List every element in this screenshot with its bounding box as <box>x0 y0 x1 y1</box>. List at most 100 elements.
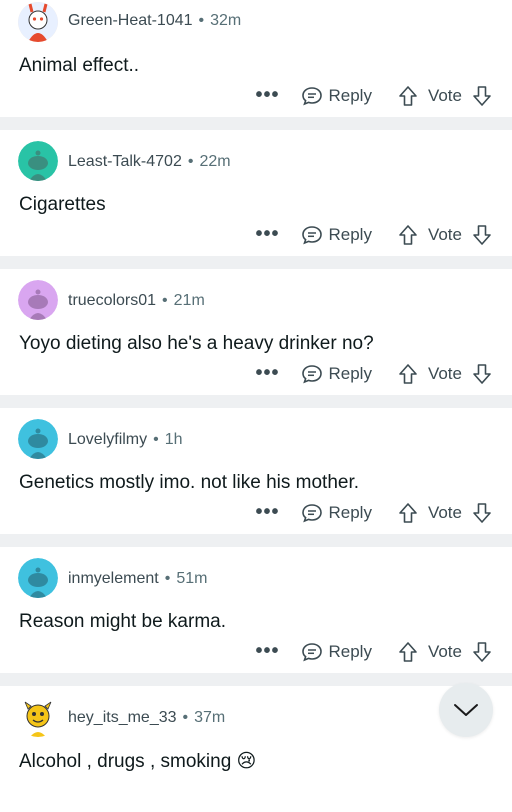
comment-text: Cigarettes <box>19 194 106 215</box>
avatar[interactable] <box>18 280 58 320</box>
avatar[interactable] <box>18 2 58 42</box>
reply-label: Reply <box>328 502 372 522</box>
vote-group: Vote <box>398 641 492 663</box>
comment: Green-Heat-1041 • 32m Animal effect.. ••… <box>0 0 512 117</box>
avatar-icon <box>18 558 58 598</box>
comment-text: Yoyo dieting also he's a heavy drinker n… <box>19 333 374 354</box>
comment-text: Alcohol , drugs , smoking 😢 <box>19 751 257 772</box>
comment: Lovelyfilmy • 1h Genetics mostly imo. no… <box>0 408 512 534</box>
reply-button[interactable]: Reply <box>301 363 372 385</box>
comment-meta: Least-Talk-4702 • 22m <box>68 153 231 171</box>
upvote-icon[interactable] <box>398 363 418 385</box>
username[interactable]: Least-Talk-4702 <box>68 153 182 171</box>
upvote-icon[interactable] <box>398 502 418 524</box>
upvote-icon[interactable] <box>398 85 418 107</box>
divider <box>0 534 512 547</box>
timestamp: 22m <box>199 153 231 170</box>
comment-actions: ••• Reply Vote <box>255 640 492 663</box>
username[interactable]: Green-Heat-1041 <box>68 12 193 30</box>
divider <box>0 117 512 130</box>
comment-meta: inmyelement • 51m <box>68 570 207 588</box>
downvote-icon[interactable] <box>472 363 492 385</box>
separator: • <box>162 292 168 309</box>
comment: truecolors01 • 21m Yoyo dieting also he'… <box>0 269 512 395</box>
upvote-icon[interactable] <box>398 224 418 246</box>
vote-label: Vote <box>427 224 462 244</box>
divider <box>0 395 512 408</box>
reply-button[interactable]: Reply <box>301 224 372 246</box>
more-options-button[interactable]: ••• <box>255 84 279 107</box>
comment-meta: hey_its_me_33 • 37m <box>68 709 225 727</box>
reply-label: Reply <box>328 641 372 661</box>
separator: • <box>187 153 194 170</box>
more-options-button[interactable]: ••• <box>255 223 279 246</box>
reply-icon <box>301 641 323 663</box>
vote-group: Vote <box>398 502 492 524</box>
comment-text: Animal effect.. <box>19 55 140 76</box>
reply-button[interactable]: Reply <box>301 641 372 663</box>
avatar-icon <box>18 141 58 181</box>
comment-meta: Lovelyfilmy • 1h <box>68 431 183 449</box>
reply-icon <box>301 85 323 107</box>
avatar[interactable] <box>18 141 58 181</box>
comment-actions: ••• Reply Vote <box>255 84 492 107</box>
more-options-button[interactable]: ••• <box>255 640 279 663</box>
avatar-icon <box>18 697 58 737</box>
scroll-collapse-button[interactable] <box>439 683 493 737</box>
vote-group: Vote <box>398 224 492 246</box>
separator: • <box>198 12 205 29</box>
comment: inmyelement • 51m Reason might be karma.… <box>0 547 512 673</box>
comment-actions: ••• Reply Vote <box>255 501 492 524</box>
username[interactable]: inmyelement <box>68 570 159 588</box>
comment-meta: Green-Heat-1041 • 32m <box>68 12 241 30</box>
more-options-button[interactable]: ••• <box>255 362 279 385</box>
reply-icon <box>301 224 323 246</box>
downvote-icon[interactable] <box>472 85 492 107</box>
avatar[interactable] <box>18 558 58 598</box>
username[interactable]: hey_its_me_33 <box>68 709 177 727</box>
vote-group: Vote <box>398 363 492 385</box>
downvote-icon[interactable] <box>472 641 492 663</box>
chevron-down-icon <box>453 702 479 718</box>
reply-label: Reply <box>328 224 372 244</box>
timestamp: 21m <box>173 292 205 309</box>
avatar-icon <box>18 280 58 320</box>
comment-actions: ••• Reply Vote <box>255 362 492 385</box>
comment: hey_its_me_33 • 37m Alcohol , drugs , sm… <box>0 686 512 812</box>
reply-button[interactable]: Reply <box>301 85 372 107</box>
reply-icon <box>301 502 323 524</box>
timestamp: 1h <box>164 431 183 448</box>
upvote-icon[interactable] <box>398 641 418 663</box>
timestamp: 32m <box>210 12 242 29</box>
avatar[interactable] <box>18 697 58 737</box>
separator: • <box>164 570 171 587</box>
downvote-icon[interactable] <box>472 224 492 246</box>
downvote-icon[interactable] <box>472 502 492 524</box>
comment-text: Genetics mostly imo. not like his mother… <box>19 472 360 493</box>
vote-label: Vote <box>427 641 462 661</box>
comment-meta: truecolors01 • 21m <box>68 292 205 310</box>
avatar-icon <box>18 419 58 459</box>
vote-label: Vote <box>427 363 462 383</box>
reply-icon <box>301 363 323 385</box>
vote-label: Vote <box>427 502 462 522</box>
reply-label: Reply <box>328 85 372 105</box>
timestamp: 51m <box>176 570 208 587</box>
divider <box>0 673 512 686</box>
username[interactable]: truecolors01 <box>68 292 156 310</box>
comment-text: Reason might be karma. <box>19 611 226 632</box>
username[interactable]: Lovelyfilmy <box>68 431 147 449</box>
comment-actions: ••• Reply Vote <box>255 223 492 246</box>
comment: Least-Talk-4702 • 22m Cigarettes ••• Rep… <box>0 130 512 256</box>
more-options-button[interactable]: ••• <box>255 501 279 524</box>
timestamp: 37m <box>194 709 226 726</box>
vote-group: Vote <box>398 85 492 107</box>
avatar[interactable] <box>18 419 58 459</box>
reply-button[interactable]: Reply <box>301 502 372 524</box>
divider <box>0 256 512 269</box>
separator: • <box>182 709 189 726</box>
separator: • <box>153 431 159 448</box>
reply-label: Reply <box>328 363 372 383</box>
avatar-icon <box>18 2 58 42</box>
vote-label: Vote <box>427 85 462 105</box>
